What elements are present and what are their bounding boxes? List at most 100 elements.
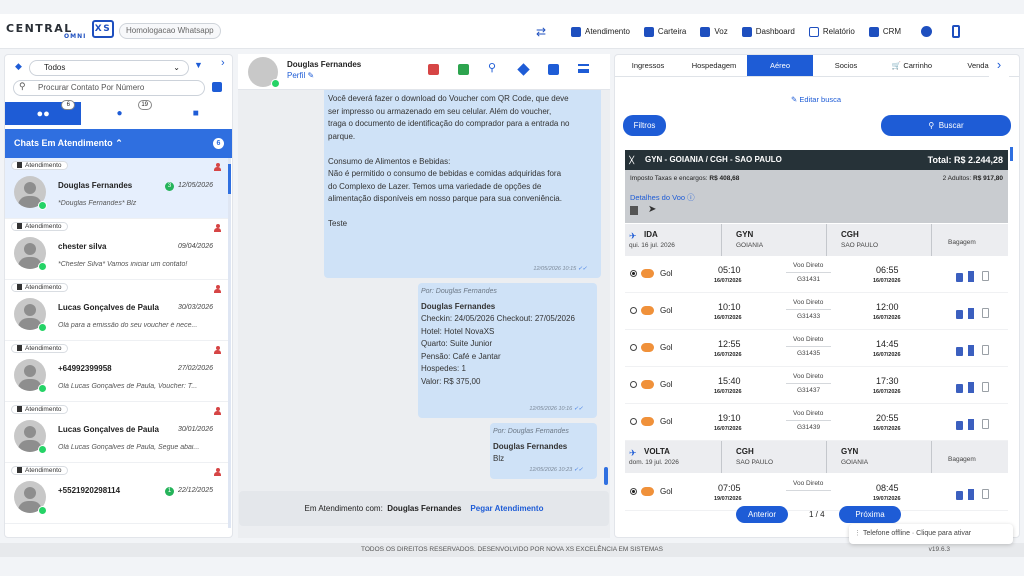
chats-icon: ●●	[36, 107, 50, 120]
message-text: alimentação disponíveis em nosso parque …	[328, 194, 562, 203]
hand-bag-icon	[956, 491, 963, 500]
agent-icon	[214, 346, 221, 354]
flight-radio[interactable]	[630, 270, 637, 277]
nav-relatorio[interactable]: Relatório	[808, 14, 855, 49]
user-icon[interactable]	[921, 14, 933, 49]
agent-icon	[214, 407, 221, 415]
conversation-footer: Em Atendimento com: Douglas Fernandes Pe…	[239, 491, 609, 526]
calendar-icon[interactable]	[212, 82, 222, 92]
status-tag: Atendimento	[11, 466, 68, 475]
collapse-icon[interactable]: ›	[221, 57, 225, 69]
tag-icon[interactable]	[517, 63, 530, 76]
document-icon[interactable]	[630, 206, 638, 215]
tab-messages[interactable]: ● 19	[81, 100, 158, 125]
profile-link[interactable]: Perfil ✎	[287, 71, 314, 80]
filters-button[interactable]: Filtros	[623, 115, 666, 136]
agent-icon	[214, 224, 221, 232]
flight-radio[interactable]	[630, 488, 637, 495]
menu-icon[interactable]	[578, 64, 589, 73]
search-icon[interactable]: ⚲	[488, 63, 499, 75]
flight-row[interactable]: Gol 12:55 16/07/2026 Voo Direto G31435 1…	[625, 330, 1008, 367]
no-bag-icon	[982, 308, 989, 318]
flight-details-link[interactable]: Detalhes do Voo ⓘ	[630, 192, 695, 203]
message-text: parque.	[328, 131, 356, 141]
next-page-button[interactable]: Próxima	[839, 506, 901, 523]
document-icon[interactable]	[458, 64, 469, 75]
flight-row[interactable]: Gol 15:40 16/07/2026 Voo Direto G31437 1…	[625, 367, 1008, 404]
price-summary: Imposto Taxas e encargos: R$ 408,68 2 Ad…	[625, 170, 1008, 223]
checked-bag-icon	[968, 419, 974, 430]
scrollbar[interactable]	[1010, 147, 1013, 161]
chat-list-item[interactable]: Atendimento Lucas Gonçalves de Paula 30/…	[5, 402, 229, 463]
chat-list-item[interactable]: Atendimento +5521920298114 1 22/12/2025	[5, 463, 229, 524]
scrollbar[interactable]	[604, 467, 608, 485]
flight-row[interactable]: Gol 19:10 16/07/2026 Voo Direto G31439 2…	[625, 404, 1008, 441]
gol-logo-icon	[641, 306, 654, 315]
chat-list-item[interactable]: Atendimento Douglas Fernandes 3 12/05/20…	[5, 158, 229, 219]
tab-aéreo[interactable]: Aéreo	[747, 55, 813, 76]
phone-offline-toast[interactable]: ⋮ Telefone offline · Clique para ativar	[849, 524, 1013, 544]
send-icon[interactable]: ➤	[648, 204, 656, 215]
phone-icon	[571, 26, 581, 37]
contact-name: Douglas Fernandes	[287, 60, 362, 69]
tag-icon[interactable]: ◆	[15, 61, 22, 72]
message-text: Hotel: Hotel NovaXS	[421, 326, 495, 336]
flight-radio[interactable]	[630, 344, 637, 351]
flight-row[interactable]: Gol 07:05 19/07/2026 Voo Direto 08:45 19…	[625, 474, 1008, 511]
message-text: Valor: R$ 375,00	[421, 376, 481, 386]
section-header-chats[interactable]: Chats Em Atendimento ⌃ 6	[5, 129, 232, 158]
tab-socios[interactable]: Socios	[813, 55, 879, 76]
nav-carteira[interactable]: Carteira	[643, 14, 686, 49]
chat-list-item[interactable]: Atendimento Lucas Gonçalves de Paula 30/…	[5, 280, 229, 341]
previous-page-button[interactable]: Anterior	[736, 506, 788, 523]
nav-voz[interactable]: Voz	[700, 14, 728, 49]
phone-icon[interactable]	[548, 64, 559, 75]
chat-list-item[interactable]: Atendimento +64992399958 27/02/2026 Olá …	[5, 341, 229, 402]
scrollbar[interactable]	[228, 158, 231, 528]
no-bag-icon	[982, 345, 989, 355]
tab-ingressos[interactable]: Ingressos	[615, 55, 681, 76]
swap-icon[interactable]: ⇄	[536, 25, 546, 39]
checked-bag-icon	[968, 308, 974, 319]
page-indicator: 1 / 4	[809, 510, 825, 519]
nav-atendimento[interactable]: Atendimento	[571, 14, 630, 49]
status-tag: Atendimento	[11, 405, 68, 414]
flight-radio[interactable]	[630, 381, 637, 388]
chevron-right-icon[interactable]: ›	[989, 55, 1009, 77]
flight-radio[interactable]	[630, 418, 637, 425]
whatsapp-icon	[38, 445, 47, 454]
message-text: ser impresso ou armazenado em seu celula…	[328, 106, 552, 116]
edit-search-link[interactable]: ✎ Editar busca	[791, 95, 841, 104]
checked-bag-icon	[968, 382, 974, 393]
leg-header-ida: ✈ IDA qui. 16 jul. 2026 GYN GOIANIA CGH …	[625, 224, 1008, 256]
route-header: GYN - GOIANIA / CGH - SAO PAULO Total: R$…	[625, 150, 1008, 170]
tab-bot[interactable]: ■	[157, 102, 232, 125]
calendar-icon[interactable]	[428, 64, 439, 75]
voice-icon	[700, 26, 711, 37]
tab-hospedagem[interactable]: Hospedagem	[681, 55, 747, 76]
flight-row[interactable]: Gol 05:10 16/07/2026 Voo Direto G31431 0…	[625, 256, 1008, 293]
status-tag: Atendimento	[11, 283, 68, 292]
tab-active-chats[interactable]: ●● 6	[5, 100, 82, 125]
whatsapp-icon	[271, 79, 280, 88]
unread-badge: 1	[165, 487, 174, 496]
tab-carrinho[interactable]: 🛒 Carrinho	[879, 55, 945, 76]
chat-list: Atendimento Douglas Fernandes 3 12/05/20…	[5, 158, 229, 537]
nav-dashboard[interactable]: Dashboard	[741, 14, 795, 49]
flight-radio[interactable]	[630, 307, 637, 314]
message-text: Você deverá fazer o download do Voucher …	[328, 94, 569, 103]
device-icon[interactable]	[952, 14, 961, 49]
filter-select[interactable]: Todos ⌄	[29, 60, 189, 76]
filter-icon[interactable]: ▼	[194, 60, 203, 70]
booking-panel: Ingressos Hospedagem Aéreo Socios 🛒 Carrinho…	[614, 54, 1020, 538]
message-text: Hospedes: 1	[421, 364, 466, 373]
take-over-button[interactable]: Pegar Atendimento	[470, 504, 543, 513]
nav-crm[interactable]: CRM	[868, 14, 901, 49]
status-tag: Atendimento	[11, 344, 68, 353]
search-button[interactable]: ⚲ Buscar	[881, 115, 1011, 136]
chat-list-item[interactable]: Atendimento chester silva 09/04/2026 *Ch…	[5, 219, 229, 280]
flight-row[interactable]: Gol 10:10 16/07/2026 Voo Direto G31433 1…	[625, 293, 1008, 330]
whatsapp-icon	[38, 262, 47, 271]
contact-search-input[interactable]: Procurar Contato Por Número	[13, 80, 205, 96]
message-bubble: Por: Douglas Fernandes Douglas Fernandes…	[490, 423, 597, 479]
